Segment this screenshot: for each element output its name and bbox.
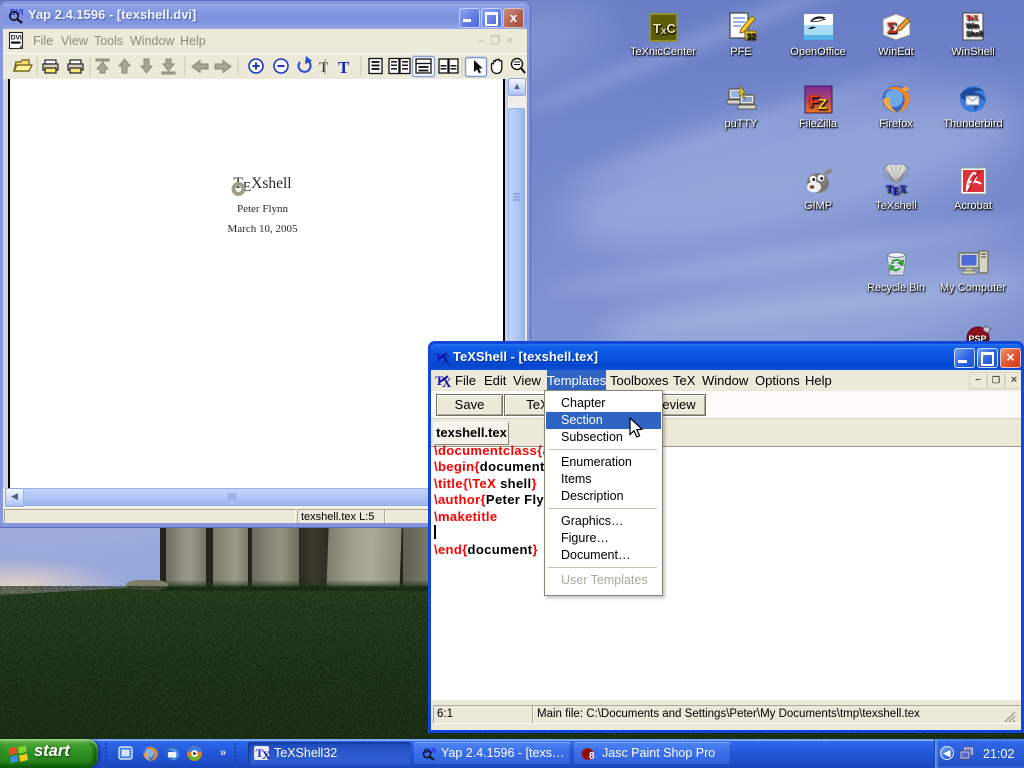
svg-text:Win: Win xyxy=(966,23,979,30)
svg-text:Shell: Shell xyxy=(966,31,983,38)
svg-text:Σ: Σ xyxy=(887,20,897,37)
svg-text:X: X xyxy=(262,748,270,761)
svg-text:Z: Z xyxy=(818,96,827,113)
svg-text:T: T xyxy=(319,60,328,76)
svg-text:TeX: TeX xyxy=(966,14,978,22)
svg-text:DVI: DVI xyxy=(11,35,22,42)
svg-text:8: 8 xyxy=(589,751,595,762)
svg-text:T: T xyxy=(338,58,350,77)
svg-text:32: 32 xyxy=(746,32,755,41)
svg-text:TEX: TEX xyxy=(886,184,907,197)
